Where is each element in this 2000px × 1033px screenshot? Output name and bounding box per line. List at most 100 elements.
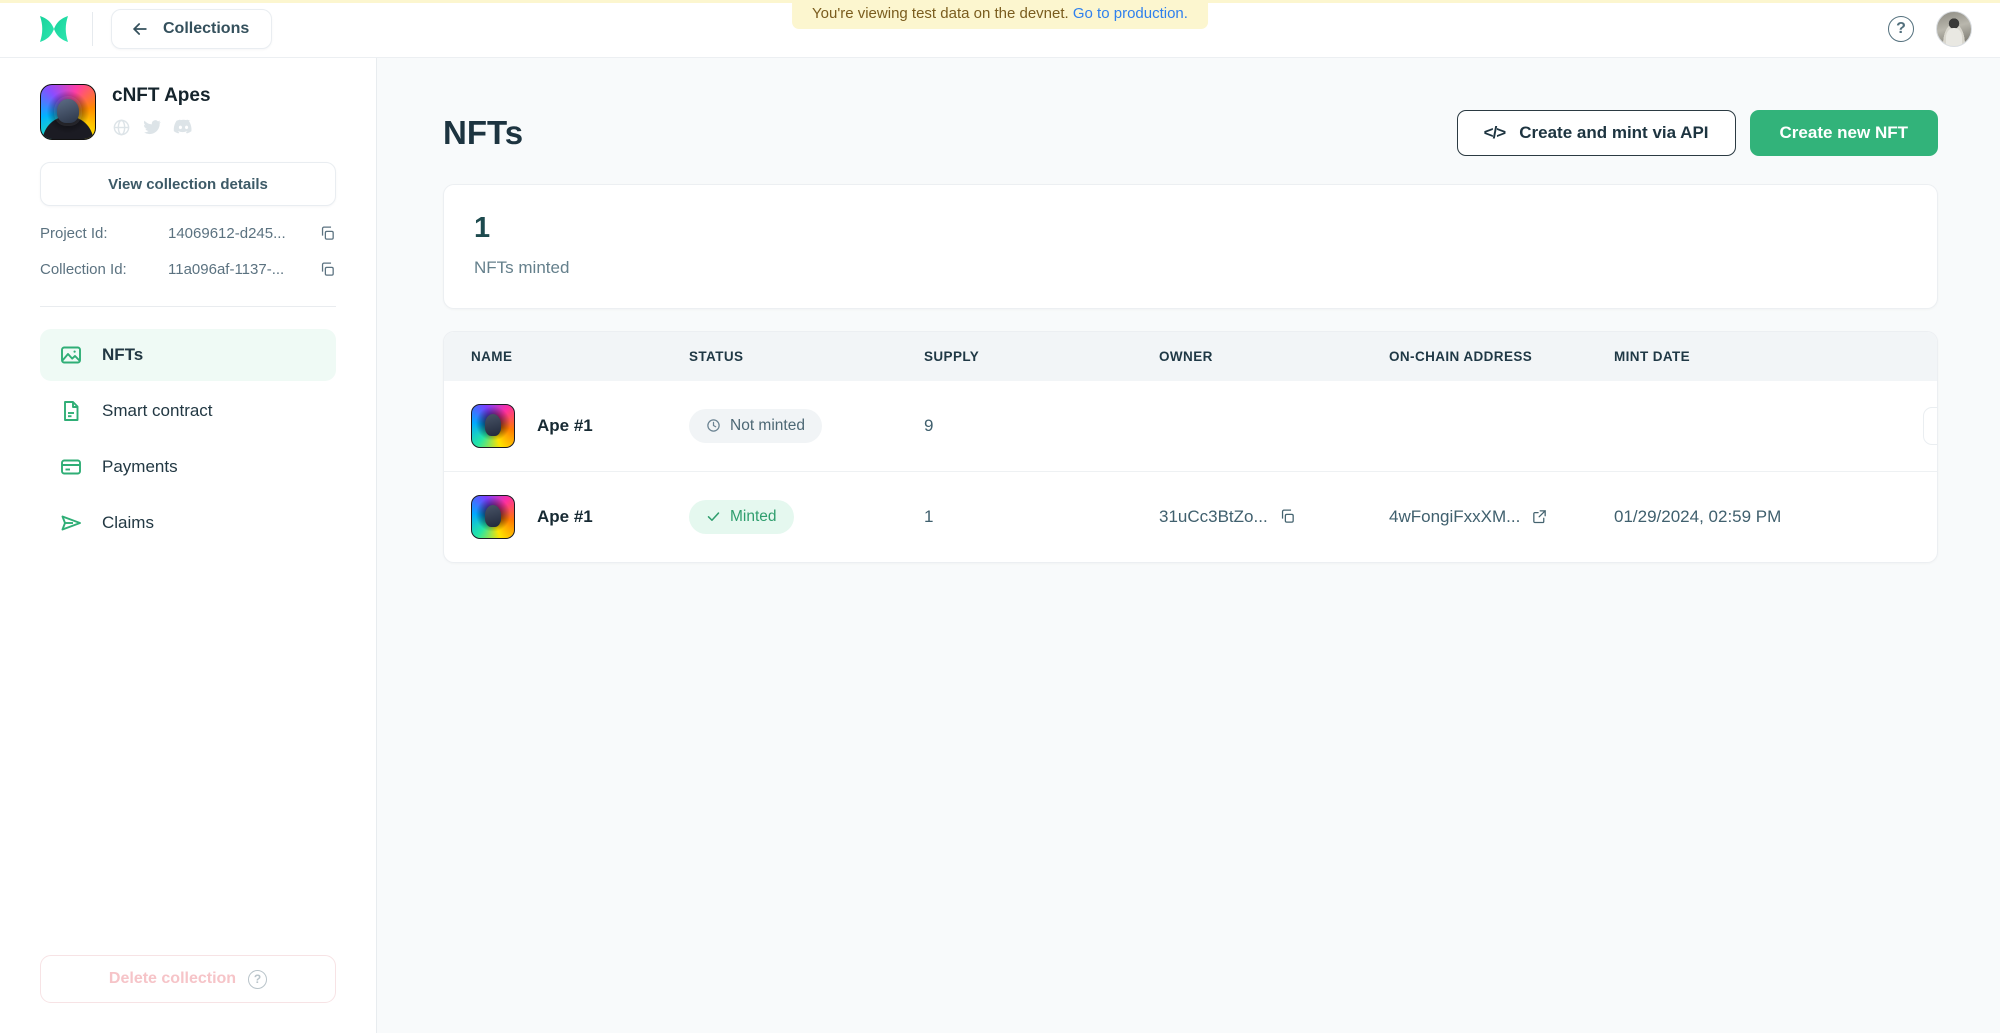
image-icon xyxy=(58,342,84,368)
page-title: NFTs xyxy=(443,114,524,151)
owner-address: 31uCc3BtZo... xyxy=(1159,506,1268,526)
sidebar-item-payments[interactable]: Payments xyxy=(40,441,336,493)
sidebar-item-label: Claims xyxy=(102,513,154,532)
table-row[interactable]: Ape #1 Not minted 9 xyxy=(444,380,1937,472)
create-and-mint-via-api-button[interactable]: </> Create and mint via API xyxy=(1456,110,1736,156)
check-icon xyxy=(707,512,720,522)
help-label: ? xyxy=(1896,19,1906,37)
nfts-table-element: NAME STATUS SUPPLY OWNER ON-CHAIN ADDRES… xyxy=(444,331,1937,562)
table-header-row: NAME STATUS SUPPLY OWNER ON-CHAIN ADDRES… xyxy=(444,331,1937,381)
delete-collection-label: Delete collection xyxy=(108,970,237,987)
status-badge: Not minted xyxy=(689,408,822,443)
cell-actions xyxy=(1869,380,1937,472)
cell-status: Minted xyxy=(689,471,924,562)
collection-header: cNFT Apes xyxy=(40,84,336,140)
go-to-production-link[interactable]: Go to production. xyxy=(1073,5,1188,22)
sidebar-divider xyxy=(40,306,336,307)
cell-owner xyxy=(1159,380,1389,472)
cell-status: Not minted xyxy=(689,380,924,472)
globe-icon[interactable] xyxy=(112,118,131,137)
table-header: NAME STATUS SUPPLY OWNER ON-CHAIN ADDRES… xyxy=(444,331,1937,381)
sidebar-item-label: Payments xyxy=(102,457,178,476)
collection-avatar xyxy=(40,84,96,140)
document-icon xyxy=(58,398,84,424)
onchain-address: 4wFongiFxxXM... xyxy=(1389,506,1521,526)
copy-icon[interactable] xyxy=(319,261,336,278)
sidebar-item-nfts[interactable]: NFTs xyxy=(40,329,336,381)
column-header-status: STATUS xyxy=(689,331,924,381)
table-body: Ape #1 Not minted 9 Ape #1 Minted 1 31uC… xyxy=(444,380,1937,562)
sidebar-item-smart-contract[interactable]: Smart contract xyxy=(40,385,336,437)
main-content: NFTs </> Create and mint via API Create … xyxy=(377,58,2000,1033)
column-header-actions xyxy=(1869,331,1937,381)
cell-name: Ape #1 xyxy=(444,471,689,562)
credit-card-icon xyxy=(58,454,84,480)
cell-name: Ape #1 xyxy=(444,380,689,472)
delete-collection-button[interactable]: Delete collection ? xyxy=(40,955,336,1003)
top-bar-actions: ? xyxy=(1888,10,1972,47)
collections-label: Collections xyxy=(163,19,250,37)
avatar[interactable] xyxy=(1936,10,1972,47)
divider xyxy=(92,11,93,46)
sidebar-footer: Delete collection ? xyxy=(40,955,336,1033)
cell-supply: 9 xyxy=(924,380,1159,472)
top-bar: Collections You're viewing test data on … xyxy=(0,0,2000,58)
copy-icon[interactable] xyxy=(319,225,336,242)
nft-thumbnail xyxy=(471,494,515,539)
app-logo[interactable] xyxy=(26,13,82,45)
page-header: NFTs </> Create and mint via API Create … xyxy=(443,110,1938,156)
status-badge: Minted xyxy=(689,499,794,534)
sidebar-item-label: Smart contract xyxy=(102,401,213,420)
project-id-label: Project Id: xyxy=(40,225,108,242)
status-label: Not minted xyxy=(730,416,805,434)
kebab-menu-icon[interactable] xyxy=(1923,406,1937,445)
sidebar-nav: NFTs Smart contract Payments Claims xyxy=(40,329,336,549)
column-header-onchain-address: ON-CHAIN ADDRESS xyxy=(1389,331,1614,381)
project-id-row: Project Id: 14069612-d245... xyxy=(40,225,336,242)
table-row[interactable]: Ape #1 Minted 1 31uCc3BtZo... 4wFongiFxx… xyxy=(444,471,1937,562)
stat-value: 1 xyxy=(474,212,491,244)
devnet-banner-text: You're viewing test data on the devnet. xyxy=(812,5,1069,22)
clock-icon xyxy=(707,419,720,433)
twitter-icon[interactable] xyxy=(142,118,162,137)
devnet-banner: You're viewing test data on the devnet. … xyxy=(792,0,1208,29)
cell-owner: 31uCc3BtZo... xyxy=(1159,471,1389,562)
question-mark-icon[interactable]: ? xyxy=(248,969,268,989)
nfts-table: NAME STATUS SUPPLY OWNER ON-CHAIN ADDRES… xyxy=(443,330,1938,563)
column-header-supply: SUPPLY xyxy=(924,331,1159,381)
collections-back-button[interactable]: Collections xyxy=(111,8,273,49)
sidebar-item-label: NFTs xyxy=(102,345,144,364)
cell-supply: 1 xyxy=(924,506,934,526)
project-id-value: 14069612-d245... xyxy=(168,225,286,242)
cell-onchain-address: 4wFongiFxxXM... xyxy=(1389,471,1614,562)
sidebar-item-claims[interactable]: Claims xyxy=(40,497,336,549)
collection-id-label: Collection Id: xyxy=(40,261,127,278)
underdog-x-logo-icon xyxy=(40,15,68,42)
cell-mint-date xyxy=(1614,380,1869,472)
create-new-nft-button[interactable]: Create new NFT xyxy=(1749,110,1938,156)
nft-name: Ape #1 xyxy=(537,506,593,526)
column-header-owner: OWNER xyxy=(1159,331,1389,381)
sidebar: cNFT Apes View collection details Projec… xyxy=(0,58,377,1033)
stat-label: NFTs minted xyxy=(474,257,570,277)
social-links xyxy=(112,118,211,137)
collection-name: cNFT Apes xyxy=(112,85,211,106)
discord-icon[interactable] xyxy=(173,118,194,137)
collection-id-value: 11a096af-1137-... xyxy=(168,261,285,278)
copy-icon[interactable] xyxy=(1279,508,1296,525)
cell-onchain-address xyxy=(1389,380,1614,472)
cell-actions xyxy=(1869,471,1937,562)
column-header-mint-date: MINT DATE xyxy=(1614,331,1869,381)
code-brackets-icon: </> xyxy=(1483,123,1507,142)
status-label: Minted xyxy=(730,507,777,525)
collection-id-row: Collection Id: 11a096af-1137-... xyxy=(40,261,336,278)
send-icon xyxy=(58,510,84,536)
cell-mint-date: 01/29/2024, 02:59 PM xyxy=(1614,506,1782,526)
nft-name: Ape #1 xyxy=(537,415,593,435)
column-header-name: NAME xyxy=(444,331,689,381)
arrow-left-icon xyxy=(133,22,147,35)
delete-help-label: ? xyxy=(253,972,262,986)
help-icon[interactable]: ? xyxy=(1888,15,1914,42)
external-link-icon[interactable] xyxy=(1531,508,1548,525)
view-collection-details-button[interactable]: View collection details xyxy=(40,162,336,206)
